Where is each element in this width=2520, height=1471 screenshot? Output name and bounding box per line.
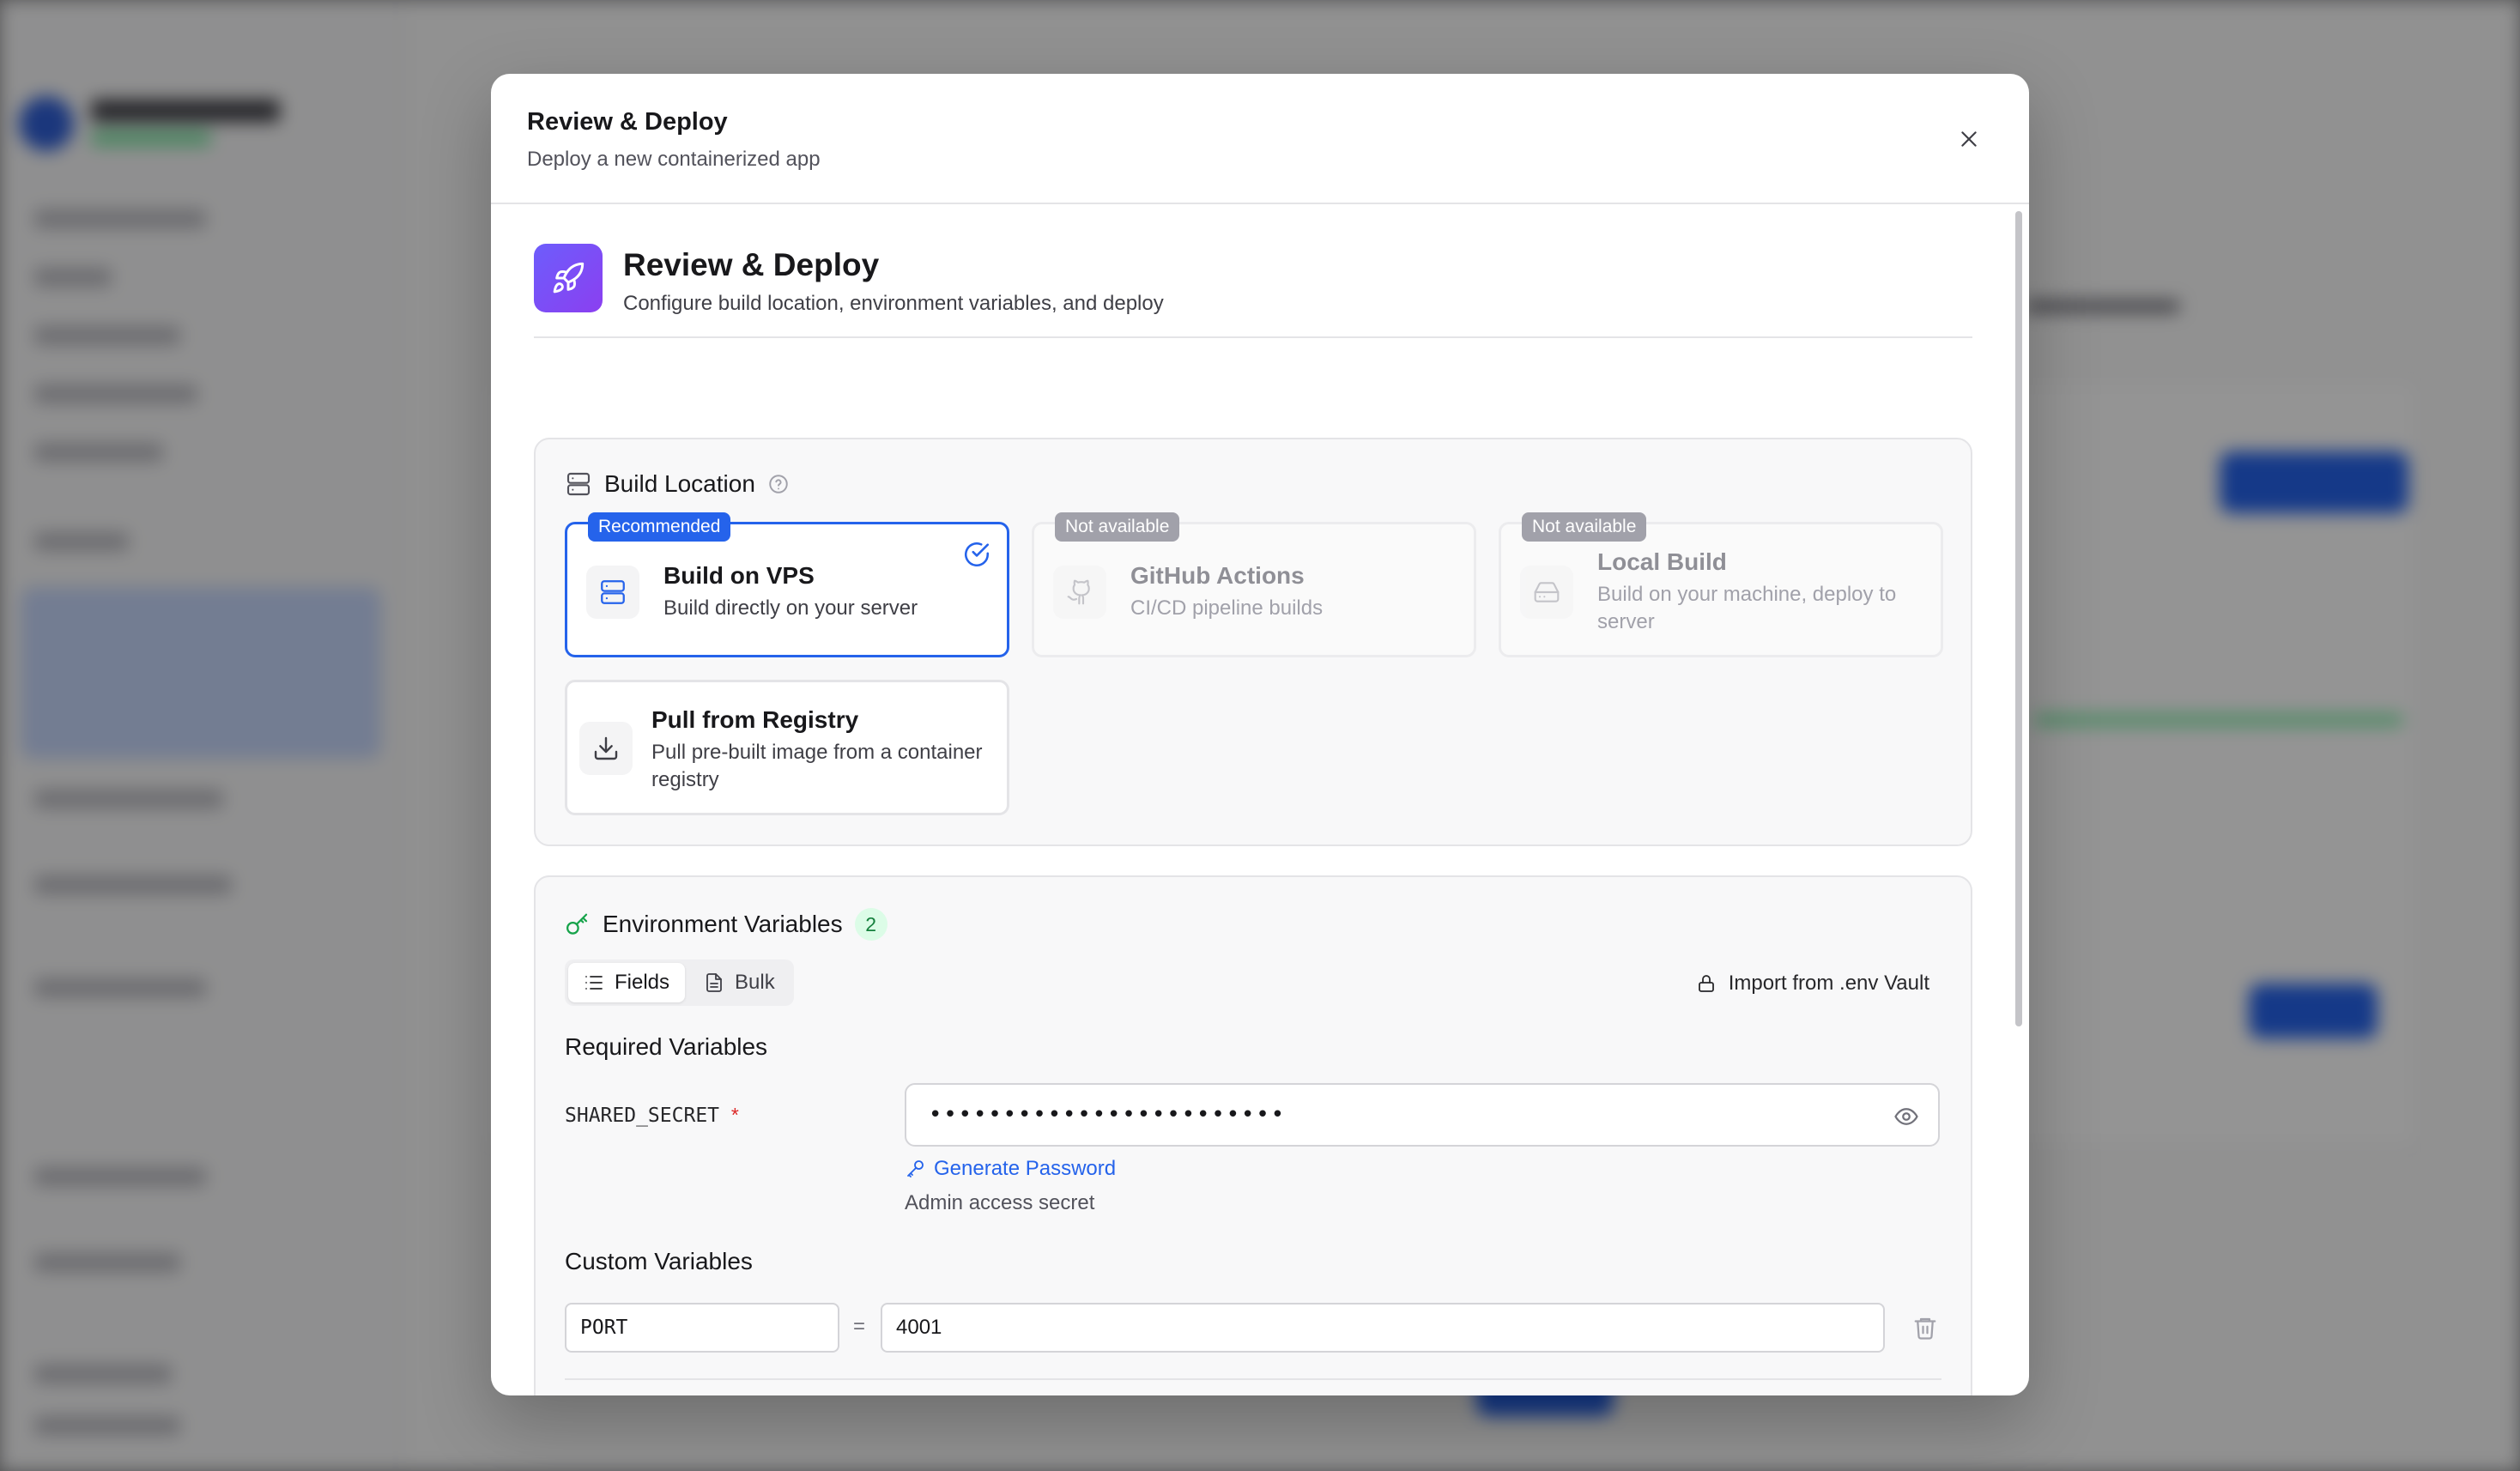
page-header: Review & Deploy Configure build location… [534,244,1972,338]
option-description: Build directly on your server [663,596,918,620]
required-variables-heading: Required Variables [565,1033,768,1060]
key-icon [566,913,588,935]
modal-scrollbar[interactable] [2015,211,2022,1026]
env-mode-tabs: Fields Bulk [565,959,794,1006]
option-description: Build on your machine, deploy to server [1597,583,1897,633]
modal-header: Review & Deploy Deploy a new containeriz… [491,74,2029,204]
variable-key-text: SHARED_SECRET [565,1105,720,1127]
build-location-section: Build Location Recommended Build on VPS … [534,438,1972,846]
build-option-github-actions: Not available GitHub Actions CI/CD pipel… [1032,512,1476,657]
custom-value-input[interactable] [881,1303,1885,1353]
equals-sign: = [853,1315,866,1338]
build-location-title: Build Location [604,470,755,497]
env-count-badge: 2 [854,908,887,941]
tab-bulk[interactable]: Bulk [688,963,791,1002]
generate-password-label: Generate Password [934,1157,1117,1180]
recommended-badge: Recommended [588,512,731,542]
modal-subtitle: Deploy a new containerized app [527,148,821,171]
option-icon-tile [1520,566,1573,619]
modal-body[interactable]: Review & Deploy Configure build location… [491,206,2029,1395]
env-variables-title: Environment Variables [603,911,843,937]
key-icon [907,1160,924,1177]
option-title: GitHub Actions [1130,562,1305,589]
generate-password-link[interactable]: Generate Password [905,1157,1116,1181]
close-button[interactable] [1952,122,1986,156]
page-title: Review & Deploy [623,247,880,282]
custom-key-input[interactable] [565,1303,839,1353]
option-icon-tile [579,722,633,775]
not-available-badge: Not available [1055,512,1180,542]
trash-icon[interactable] [1912,1315,1938,1341]
shared-secret-field [905,1083,1940,1147]
close-icon [1961,131,1977,147]
build-option-vps[interactable]: Recommended Build on VPS Build directly … [565,512,1009,657]
tab-bulk-label: Bulk [735,971,775,994]
option-icon-tile [1053,566,1106,619]
not-available-badge: Not available [1522,512,1647,542]
custom-variables-heading: Custom Variables [565,1248,753,1274]
row-divider [565,1378,1941,1380]
required-asterisk: * [730,1104,739,1126]
import-env-vault-button[interactable]: Import from .env Vault [1696,966,1929,1001]
required-variable-name: SHARED_SECRET * [565,1104,739,1127]
option-title: Local Build [1597,548,1727,575]
page-subtitle: Configure build location, environment va… [623,292,1164,315]
build-location-header: Build Location [565,470,790,498]
check-circle-icon [964,542,990,567]
github-icon [1067,579,1090,605]
rocket-icon [553,262,585,294]
env-variables-section: Environment Variables 2 Fields Bulk Impo… [534,875,1972,1395]
download-icon [594,736,618,760]
modal-title: Review & Deploy [527,108,728,136]
tab-fields-label: Fields [615,971,670,994]
option-title: Build on VPS [663,562,815,589]
deploy-modal: Review & Deploy Deploy a new containeriz… [491,74,2029,1395]
build-option-local: Not available Local Build Build on your … [1499,512,1943,657]
env-variables-header: Environment Variables 2 [565,908,887,941]
option-description: CI/CD pipeline builds [1130,596,1324,620]
build-option-registry[interactable]: Pull from Registry Pull pre-built image … [565,680,1009,815]
variable-help-text: Admin access secret [905,1191,1095,1214]
server-icon [601,580,625,604]
hard-drive-icon [1534,582,1560,602]
lock-icon [1698,975,1714,992]
option-title: Pull from Registry [651,706,859,733]
server-icon [566,472,591,496]
import-env-vault-label: Import from .env Vault [1728,972,1929,995]
list-icon [585,976,603,990]
help-circle-icon[interactable] [767,473,790,495]
eye-icon[interactable] [1893,1104,1919,1129]
option-description: Pull pre-built image from a container re… [651,741,983,791]
hero-icon-tile [534,244,603,312]
option-icon-tile [586,566,639,619]
file-text-icon [706,973,722,992]
tab-fields[interactable]: Fields [568,963,686,1002]
shared-secret-input[interactable] [929,1093,1873,1136]
